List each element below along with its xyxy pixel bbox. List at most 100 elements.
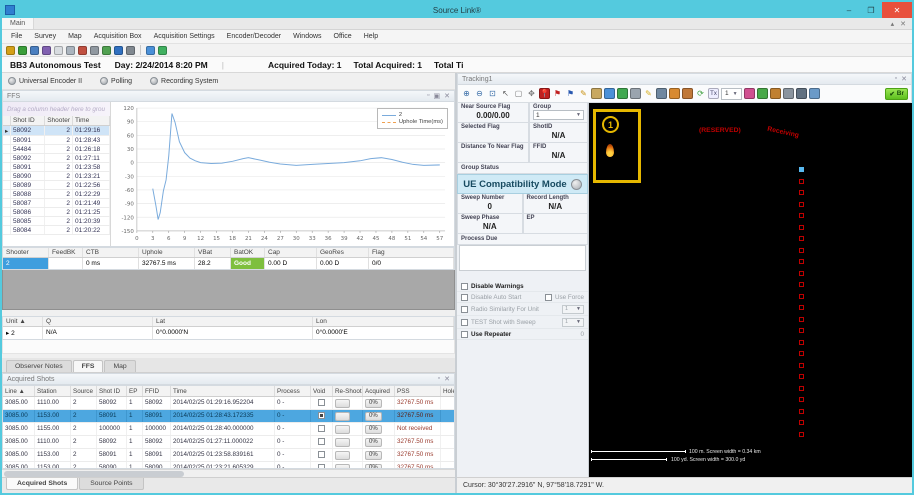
- void-checkbox[interactable]: [318, 451, 325, 458]
- menu-item-survey[interactable]: Survey: [29, 32, 61, 41]
- zoom-out-icon[interactable]: ⊖: [474, 88, 485, 99]
- polling-status[interactable]: Polling: [100, 77, 132, 85]
- tab-acquired-shots[interactable]: Acquired Shots: [6, 478, 78, 490]
- shot-row[interactable]: 58086201:21:25: [3, 208, 110, 217]
- acquired-progress-button[interactable]: 0%: [365, 464, 382, 470]
- screen-green-icon[interactable]: [158, 46, 167, 55]
- column-header-feedbk[interactable]: FeedBK: [49, 248, 83, 257]
- acquired-shot-row[interactable]: 3085.001153.002580911580912014/02/25 01:…: [3, 449, 454, 462]
- source-point-marker[interactable]: [799, 386, 804, 391]
- acquired-progress-button[interactable]: 0%: [365, 438, 382, 447]
- flag-blue-icon[interactable]: ⚑: [565, 88, 576, 99]
- globe-icon[interactable]: [114, 46, 123, 55]
- shot-row[interactable]: 58088201:22:29: [3, 190, 110, 199]
- checkbox-disable-auto-start[interactable]: [461, 294, 468, 301]
- acquired-progress-button[interactable]: 0%: [365, 451, 382, 460]
- layers-icon[interactable]: [770, 88, 781, 99]
- menu-item-file[interactable]: File: [6, 32, 27, 41]
- download-arrow-icon[interactable]: [18, 46, 27, 55]
- re-shoot-button[interactable]: [335, 399, 350, 408]
- source-point-marker[interactable]: [799, 317, 804, 322]
- column-header-lat[interactable]: Lat: [153, 317, 313, 326]
- zoom-window-icon[interactable]: ⊡: [487, 88, 498, 99]
- panel-close-icon[interactable]: ✕: [444, 92, 450, 100]
- re-shoot-button[interactable]: [335, 451, 350, 460]
- ue-compatibility-mode-button[interactable]: UE Compatibility Mode: [457, 174, 588, 194]
- printer-icon[interactable]: [90, 46, 99, 55]
- column-header-pss[interactable]: PSS: [395, 386, 441, 396]
- acquired-shot-row[interactable]: 3085.001153.002580901580902014/02/25 01:…: [3, 462, 454, 469]
- checkbox-test-shot-with-sweep[interactable]: [461, 319, 468, 326]
- source-point-marker[interactable]: [799, 271, 804, 276]
- source-point-marker[interactable]: [799, 340, 804, 345]
- map-green-icon[interactable]: [617, 88, 628, 99]
- attach-icon[interactable]: [591, 88, 602, 99]
- palette-icon[interactable]: [744, 88, 755, 99]
- pencil-yellow-icon[interactable]: ✎: [578, 88, 589, 99]
- minimize-button[interactable]: –: [838, 2, 860, 18]
- acquired-shot-row[interactable]: 3085.001110.002580921580922014/02/25 01:…: [3, 436, 454, 449]
- column-header-vbat[interactable]: VBat: [195, 248, 231, 257]
- shot-row[interactable]: 58090201:23:21: [3, 172, 110, 181]
- column-header-hole-dep[interactable]: Hole Dep: [441, 386, 455, 396]
- column-header-shot-id[interactable]: Shot ID: [97, 386, 127, 396]
- panel-close-icon[interactable]: ✕: [901, 75, 907, 83]
- pan-icon[interactable]: ✥: [526, 88, 537, 99]
- column-header-process[interactable]: Process: [275, 386, 311, 396]
- column-header-shot-id[interactable]: Shot ID: [11, 116, 45, 125]
- re-shoot-button[interactable]: [335, 412, 350, 421]
- shot-row[interactable]: 58091201:28:43: [3, 136, 110, 145]
- user-icon[interactable]: [30, 46, 39, 55]
- notes-icon[interactable]: [54, 46, 63, 55]
- mail-icon[interactable]: [66, 46, 75, 55]
- column-header-re-shoot[interactable]: Re-Shoot: [333, 386, 363, 396]
- shot-row[interactable]: 54484201:26:18: [3, 145, 110, 154]
- column-header-batok[interactable]: BatOK: [231, 248, 265, 257]
- tab-ffs[interactable]: FFS: [73, 360, 104, 372]
- horizontal-scrollbar[interactable]: [2, 469, 455, 477]
- person-orange-icon[interactable]: [669, 88, 680, 99]
- source-point-marker[interactable]: [799, 328, 804, 333]
- column-header-lon[interactable]: Lon: [313, 317, 454, 326]
- checkbox-use-repeater[interactable]: [461, 331, 468, 338]
- checkbox-radio-similarity-for-unit[interactable]: [461, 306, 468, 313]
- shot-row[interactable]: 58092201:27:11: [3, 154, 110, 163]
- menu-item-office[interactable]: Office: [329, 32, 357, 41]
- clock-icon[interactable]: [126, 46, 135, 55]
- column-header-geores[interactable]: GeoRes: [317, 248, 369, 257]
- tab-observer-notes[interactable]: Observer Notes: [6, 360, 72, 372]
- rect-select-icon[interactable]: ▢: [513, 88, 524, 99]
- source-point-marker[interactable]: [799, 432, 804, 437]
- menu-item-encoder-decoder[interactable]: Encoder/Decoder: [222, 32, 286, 41]
- source-point-marker[interactable]: [799, 420, 804, 425]
- column-header-station[interactable]: Station: [35, 386, 71, 396]
- user-remove-icon[interactable]: [78, 46, 87, 55]
- column-header-ffid[interactable]: FFID: [143, 386, 171, 396]
- source-point-marker[interactable]: [799, 294, 804, 299]
- screen-icon[interactable]: [783, 88, 794, 99]
- shot-row[interactable]: 58087201:21:49: [3, 199, 110, 208]
- source-point-marker[interactable]: [799, 409, 804, 414]
- source-point-marker[interactable]: [799, 248, 804, 253]
- column-header-acquired[interactable]: Acquired: [363, 386, 395, 396]
- dock-close-icon[interactable]: ✕: [900, 20, 906, 28]
- panel-close-icon[interactable]: ✕: [444, 375, 450, 383]
- acquired-shot-row[interactable]: 3085.001153.002580911580912014/02/25 01:…: [3, 410, 454, 423]
- source-point-marker[interactable]: [799, 225, 804, 230]
- source-point-marker[interactable]: [799, 190, 804, 195]
- column-header-ep[interactable]: EP: [127, 386, 143, 396]
- dropdown-test-shot-with-sweep[interactable]: 1▼: [562, 318, 584, 327]
- menu-item-acquisition-settings[interactable]: Acquisition Settings: [149, 32, 220, 41]
- column-header-shooter[interactable]: Shooter: [3, 248, 49, 257]
- panel-pin-icon[interactable]: ▫: [427, 92, 429, 100]
- source-point-marker[interactable]: [799, 363, 804, 368]
- acquired-progress-button[interactable]: 0%: [365, 399, 382, 408]
- edit-pencil-icon[interactable]: [6, 46, 15, 55]
- flag-red-icon[interactable]: ⚑: [552, 88, 563, 99]
- acquired-progress-button[interactable]: 0%: [365, 412, 382, 421]
- source-point-marker[interactable]: [799, 202, 804, 207]
- tab-main[interactable]: Main: [2, 18, 34, 29]
- zoom-in-icon[interactable]: ⊕: [461, 88, 472, 99]
- source-point-marker[interactable]: [799, 259, 804, 264]
- close-button[interactable]: ✕: [882, 2, 912, 18]
